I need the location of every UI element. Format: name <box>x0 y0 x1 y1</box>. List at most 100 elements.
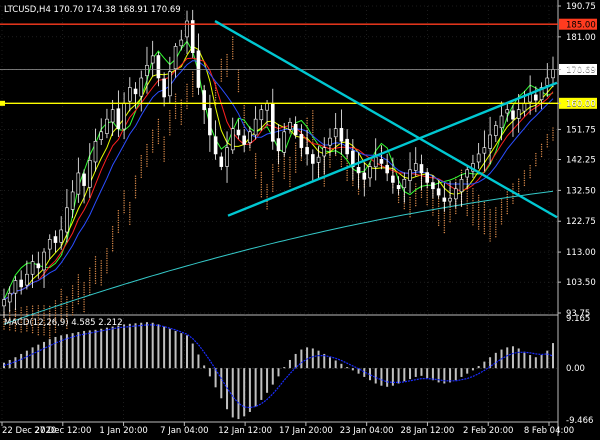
cloud-dot <box>89 286 91 289</box>
cloud-dot <box>146 158 148 160</box>
cloud-dot <box>294 171 297 173</box>
x-tick-label: 7 Jan 04:00 <box>160 426 208 436</box>
candle-body <box>105 118 109 134</box>
cloud-dot <box>49 305 51 308</box>
cloud-dot <box>495 221 497 224</box>
cloud-dot <box>129 202 131 204</box>
cloud-dot <box>323 178 325 180</box>
cloud-dot <box>77 288 80 291</box>
cloud-dot <box>477 197 480 199</box>
cloud-dot <box>283 168 285 170</box>
cloud-dot <box>289 171 291 173</box>
cloud-dot <box>134 189 137 192</box>
cloud-dot <box>163 155 165 158</box>
cloud-dot <box>134 185 137 187</box>
cloud-dot <box>77 291 80 293</box>
cloud-dot <box>437 219 440 222</box>
cloud-dot <box>163 148 165 150</box>
cloud-dot <box>443 224 446 227</box>
cloud-dot <box>329 163 331 166</box>
cloud-dot <box>506 212 508 215</box>
cloud-dot <box>500 216 503 218</box>
cloud-dot <box>466 190 468 193</box>
cloud-dot <box>180 109 182 111</box>
cloud-dot <box>37 329 40 331</box>
cloud-dot <box>489 218 491 221</box>
cloud-dot <box>140 174 142 176</box>
y-tick-label: 113.00 <box>566 248 596 258</box>
cloud-dot <box>26 313 28 315</box>
cloud-dot <box>163 153 165 155</box>
cloud-dot <box>449 209 451 211</box>
cloud-dot <box>43 331 45 334</box>
cloud-dot <box>437 215 440 217</box>
cloud-dot <box>129 223 131 226</box>
cloud-dot <box>214 94 217 96</box>
cloud-dot <box>157 133 160 135</box>
cloud-dot <box>186 93 188 95</box>
cloud-dot <box>77 286 80 288</box>
cloud-dot <box>157 121 160 123</box>
cloud-dot <box>472 224 474 226</box>
cloud-dot <box>186 107 188 110</box>
cloud-dot <box>272 181 274 183</box>
candle-body <box>482 147 487 154</box>
cloud-dot <box>54 329 57 331</box>
cloud-dot <box>357 190 360 193</box>
cloud-dot <box>232 58 234 60</box>
cloud-dot <box>163 138 165 141</box>
cloud-dot <box>134 180 137 182</box>
cloud-dot <box>506 203 508 205</box>
cloud-dot <box>306 122 308 124</box>
cloud-dot <box>37 314 40 317</box>
cloud-dot <box>192 78 194 81</box>
cloud-dot <box>180 99 182 101</box>
candle-body <box>190 20 195 53</box>
cloud-dot <box>306 117 308 120</box>
cloud-dot <box>477 199 480 201</box>
cloud-dot <box>289 161 291 164</box>
cloud-dot <box>517 180 520 183</box>
y-tick-label: 151.75 <box>566 125 596 135</box>
cloud-dot <box>415 195 417 197</box>
cloud-dot <box>466 212 468 214</box>
cloud-dot <box>134 175 137 177</box>
candle-body <box>213 136 218 155</box>
cloud-dot <box>94 263 97 265</box>
candle-body <box>76 172 81 195</box>
cloud-dot <box>289 183 291 185</box>
cloud-dot <box>472 190 474 192</box>
cloud-dot <box>477 216 480 218</box>
candle-body <box>248 131 252 143</box>
cloud-dot <box>346 177 348 179</box>
cloud-dot <box>43 305 45 307</box>
cloud-dot <box>455 212 457 215</box>
cloud-dot <box>449 221 451 223</box>
candle-body <box>2 299 6 307</box>
cloud-dot <box>134 194 137 197</box>
cloud-dot <box>83 294 85 296</box>
cloud-dot <box>329 156 331 159</box>
cloud-dot <box>140 171 142 174</box>
cloud-dot <box>20 328 22 331</box>
cloud-dot <box>483 201 486 204</box>
cloud-dot <box>426 203 428 206</box>
cloud-dot <box>243 117 245 119</box>
cloud-dot <box>232 53 234 55</box>
cloud-dot <box>9 312 11 314</box>
cloud-dot <box>506 198 508 200</box>
candle-body <box>219 156 224 167</box>
cloud-dot <box>415 202 417 204</box>
cloud-dot <box>409 199 411 201</box>
cloud-dot <box>134 177 137 180</box>
cloud-dot <box>100 260 102 262</box>
cloud-dot <box>226 75 228 78</box>
cloud-dot <box>94 260 97 263</box>
cloud-dot <box>226 70 228 73</box>
cloud-dot <box>437 217 440 219</box>
cloud-dot <box>123 211 125 214</box>
cloud-dot <box>266 196 268 198</box>
x-tick-label: 23 Jan 04:00 <box>340 426 394 436</box>
cloud-dot <box>140 167 142 169</box>
cloud-dot <box>517 183 520 185</box>
